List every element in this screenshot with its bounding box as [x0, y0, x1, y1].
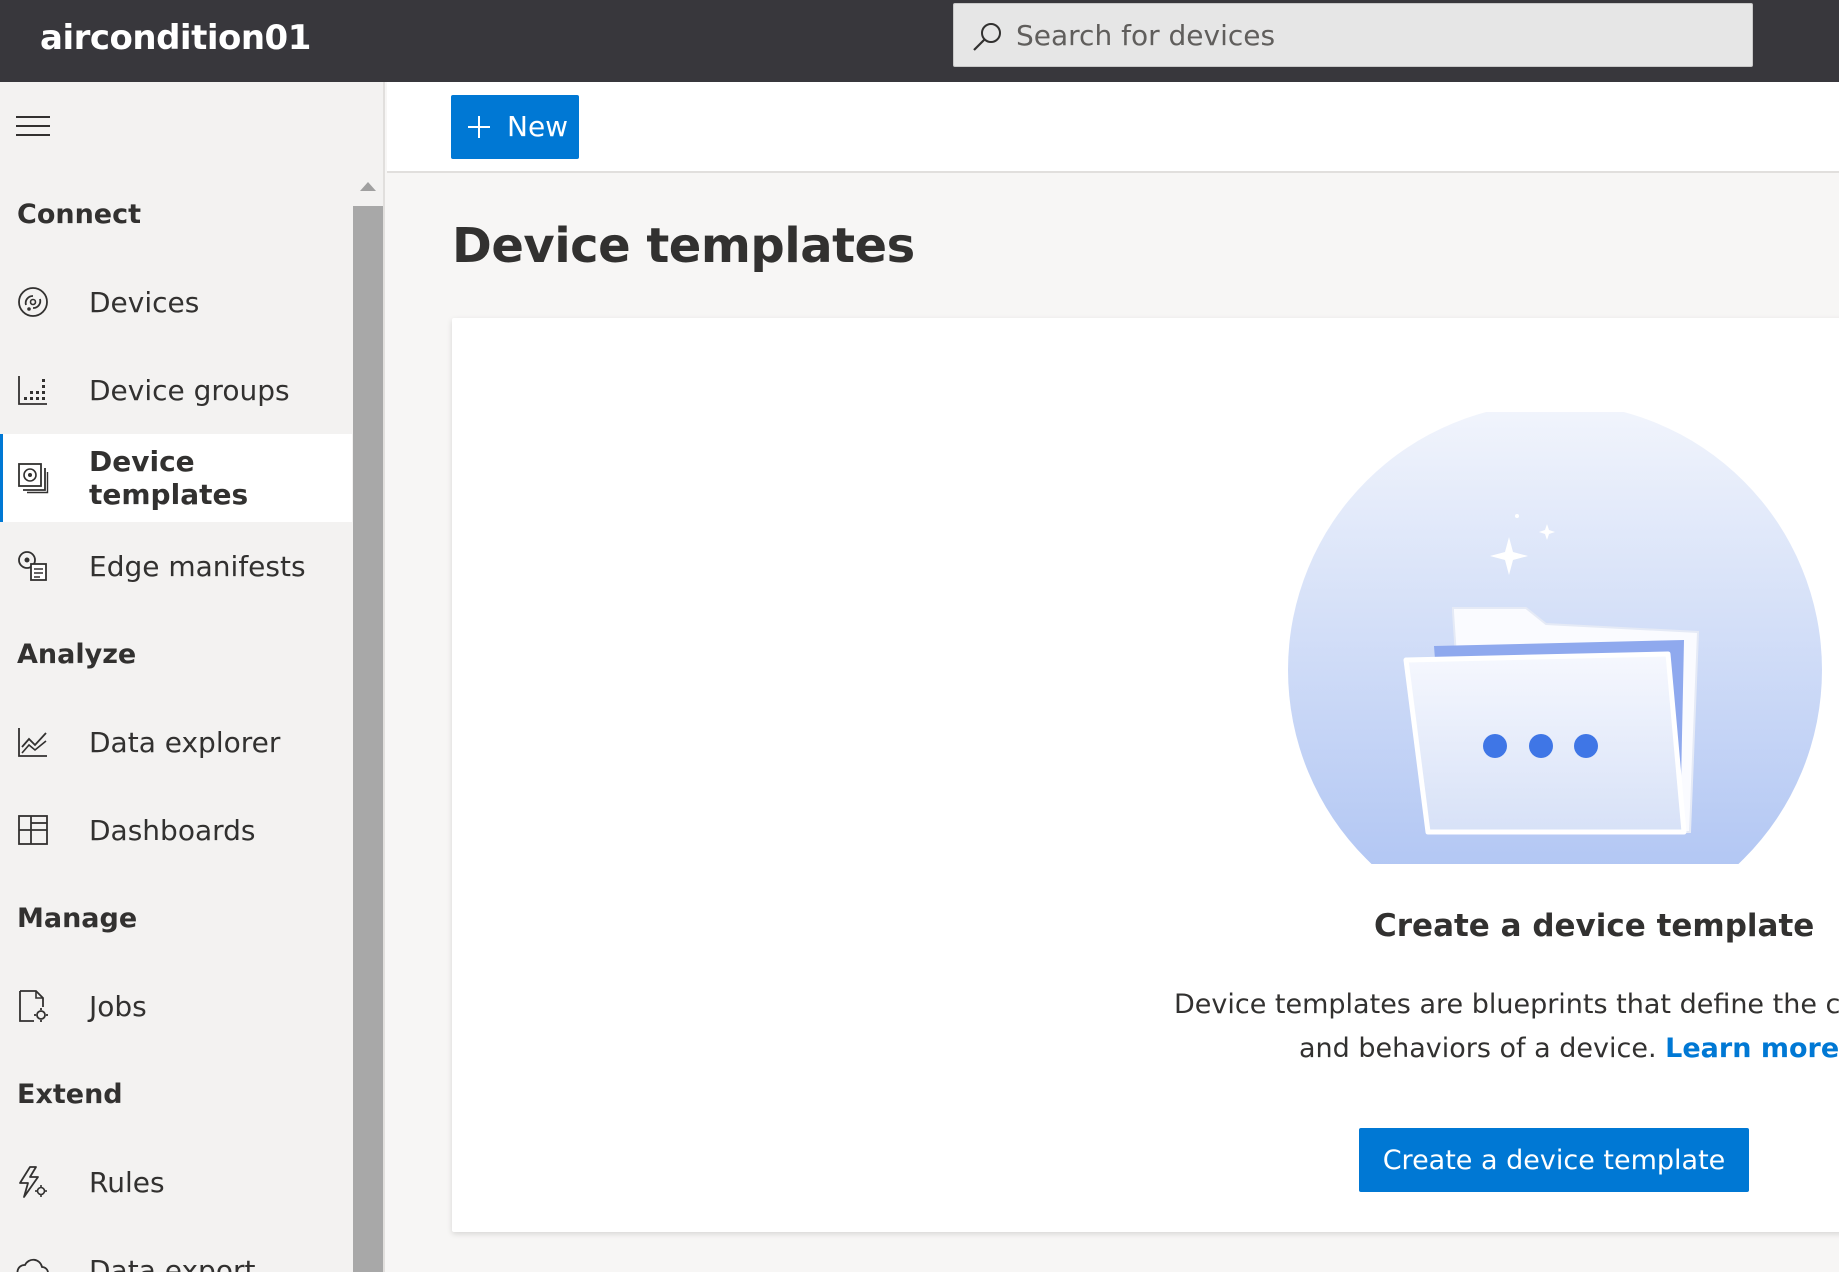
- empty-folder-illustration: [1288, 412, 1822, 864]
- search-box[interactable]: [953, 3, 1753, 67]
- empty-state-desc-line1: Device templates are blueprints that def…: [1174, 989, 1839, 1020]
- new-button-label: New: [507, 110, 569, 143]
- sidebar-item-label: Data explorer: [89, 725, 281, 759]
- new-button[interactable]: New: [451, 95, 579, 159]
- top-bar: aircondition01: [0, 0, 1839, 82]
- sidebar-item-rules[interactable]: Rules: [0, 1138, 352, 1226]
- empty-state-description: Device templates are blueprints that def…: [1174, 983, 1839, 1071]
- nav-section-connect: Connect: [17, 198, 142, 230]
- sidebar-item-edge-manifests[interactable]: Edge manifests: [0, 522, 352, 610]
- scroll-up-arrow[interactable]: [360, 182, 376, 191]
- sidebar-item-label: Data export: [89, 1253, 256, 1272]
- nav-section-manage: Manage: [17, 902, 138, 934]
- device-groups-icon: [18, 376, 47, 405]
- create-device-template-button[interactable]: Create a device template: [1359, 1128, 1749, 1192]
- empty-state-desc-line2: and behaviors of a device.: [1299, 1033, 1657, 1064]
- page-title: Device templates: [452, 218, 915, 274]
- sidebar-item-devices[interactable]: Devices: [0, 258, 352, 346]
- sidebar-item-dashboards[interactable]: Dashboards: [0, 786, 352, 874]
- sidebar-item-data-export[interactable]: Data export: [0, 1226, 352, 1272]
- sidebar-item-device-groups[interactable]: Device groups: [0, 346, 352, 434]
- sidebar-item-label: Dashboards: [89, 813, 256, 847]
- sidebar: Connect Devices Device groups Device tem…: [0, 82, 385, 1272]
- data-explorer-icon: [18, 728, 47, 757]
- rules-icon: [19, 1166, 47, 1198]
- plus-icon: [468, 116, 490, 138]
- sidebar-scrollbar[interactable]: [353, 206, 383, 1272]
- search-input[interactable]: [1016, 4, 1736, 66]
- sidebar-item-device-templates[interactable]: Device templates: [0, 434, 352, 522]
- sidebar-item-label: Devices: [89, 285, 200, 319]
- jobs-icon: [19, 990, 48, 1022]
- learn-more-link[interactable]: Learn more: [1665, 1033, 1839, 1064]
- data-export-icon: [16, 1258, 49, 1272]
- nav-section-extend: Extend: [17, 1078, 123, 1110]
- search-icon: [973, 23, 1001, 51]
- edge-manifests-icon: [18, 551, 47, 581]
- empty-state-desc-line2-wrap: and behaviors of a device. Learn more: [1174, 1027, 1839, 1071]
- empty-state-heading: Create a device template: [1374, 908, 1815, 944]
- app-title[interactable]: aircondition01: [40, 18, 311, 58]
- nav-section-analyze: Analyze: [17, 638, 137, 670]
- sidebar-item-label: Rules: [89, 1165, 165, 1199]
- sidebar-item-data-explorer[interactable]: Data explorer: [0, 698, 352, 786]
- sidebar-item-label: Device groups: [89, 373, 290, 407]
- sidebar-item-label: Device templates: [89, 445, 249, 511]
- dashboards-icon: [18, 815, 48, 845]
- sidebar-item-label: Edge manifests: [89, 549, 306, 583]
- device-templates-icon: [18, 463, 49, 494]
- devices-icon: [18, 287, 48, 317]
- sidebar-nav: Connect Devices Device groups Device tem…: [0, 170, 352, 1272]
- hamburger-menu-icon[interactable]: [16, 114, 50, 138]
- sidebar-item-jobs[interactable]: Jobs: [0, 962, 352, 1050]
- command-bar: New: [387, 82, 1839, 173]
- sidebar-item-label: Jobs: [89, 989, 147, 1023]
